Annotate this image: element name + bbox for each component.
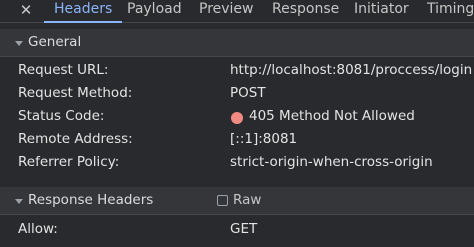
response-headers-section-header[interactable]: Response Headers Raw	[0, 187, 474, 215]
allow-value: GET	[230, 221, 258, 237]
tab-initiator[interactable]: Initiator	[354, 0, 409, 22]
general-row-remote-address: Remote Address: [::1]:8081	[0, 129, 474, 151]
status-code-key: Status Code:	[18, 108, 105, 124]
general-row-request-method: Request Method: POST	[0, 83, 474, 105]
general-row-referrer-policy: Referrer Policy: strict-origin-when-cros…	[0, 152, 474, 174]
general-row-request-url: Request URL: http://localhost:8081/procc…	[0, 60, 474, 82]
request-url-value: http://localhost:8081/proccess/login	[230, 62, 473, 78]
general-row-status-code: Status Code: 405 Method Not Allowed	[0, 106, 474, 128]
tab-payload[interactable]: Payload	[127, 0, 182, 22]
devtools-tab-bar: ✕ Headers Payload Preview Response Initi…	[0, 0, 474, 23]
status-error-icon	[231, 112, 243, 124]
partially-visible-row	[0, 240, 474, 247]
response-headers-section-title: Response Headers	[28, 192, 154, 208]
remote-address-value: [::1]:8081	[230, 131, 298, 147]
status-code-value: 405 Method Not Allowed	[249, 108, 415, 124]
general-section-header[interactable]: General	[0, 29, 474, 57]
remote-address-key: Remote Address:	[18, 131, 133, 147]
raw-checkbox-label[interactable]: Raw	[233, 192, 261, 208]
raw-checkbox[interactable]	[217, 195, 228, 206]
tab-preview[interactable]: Preview	[199, 0, 254, 22]
tab-timing[interactable]: Timing	[427, 0, 474, 22]
allow-key: Allow:	[18, 221, 58, 237]
general-section-title: General	[28, 34, 82, 50]
tab-headers[interactable]: Headers	[43, 0, 123, 23]
tab-response[interactable]: Response	[272, 0, 339, 22]
request-method-value: POST	[230, 85, 266, 101]
response-row-allow: Allow: GET	[0, 219, 474, 241]
close-icon[interactable]: ✕	[16, 1, 36, 19]
referrer-policy-key: Referrer Policy:	[18, 154, 120, 170]
request-method-key: Request Method:	[18, 85, 133, 101]
request-url-key: Request URL:	[18, 62, 109, 78]
expand-triangle-icon	[15, 41, 23, 46]
expand-triangle-icon	[15, 199, 23, 204]
referrer-policy-value: strict-origin-when-cross-origin	[230, 154, 433, 170]
